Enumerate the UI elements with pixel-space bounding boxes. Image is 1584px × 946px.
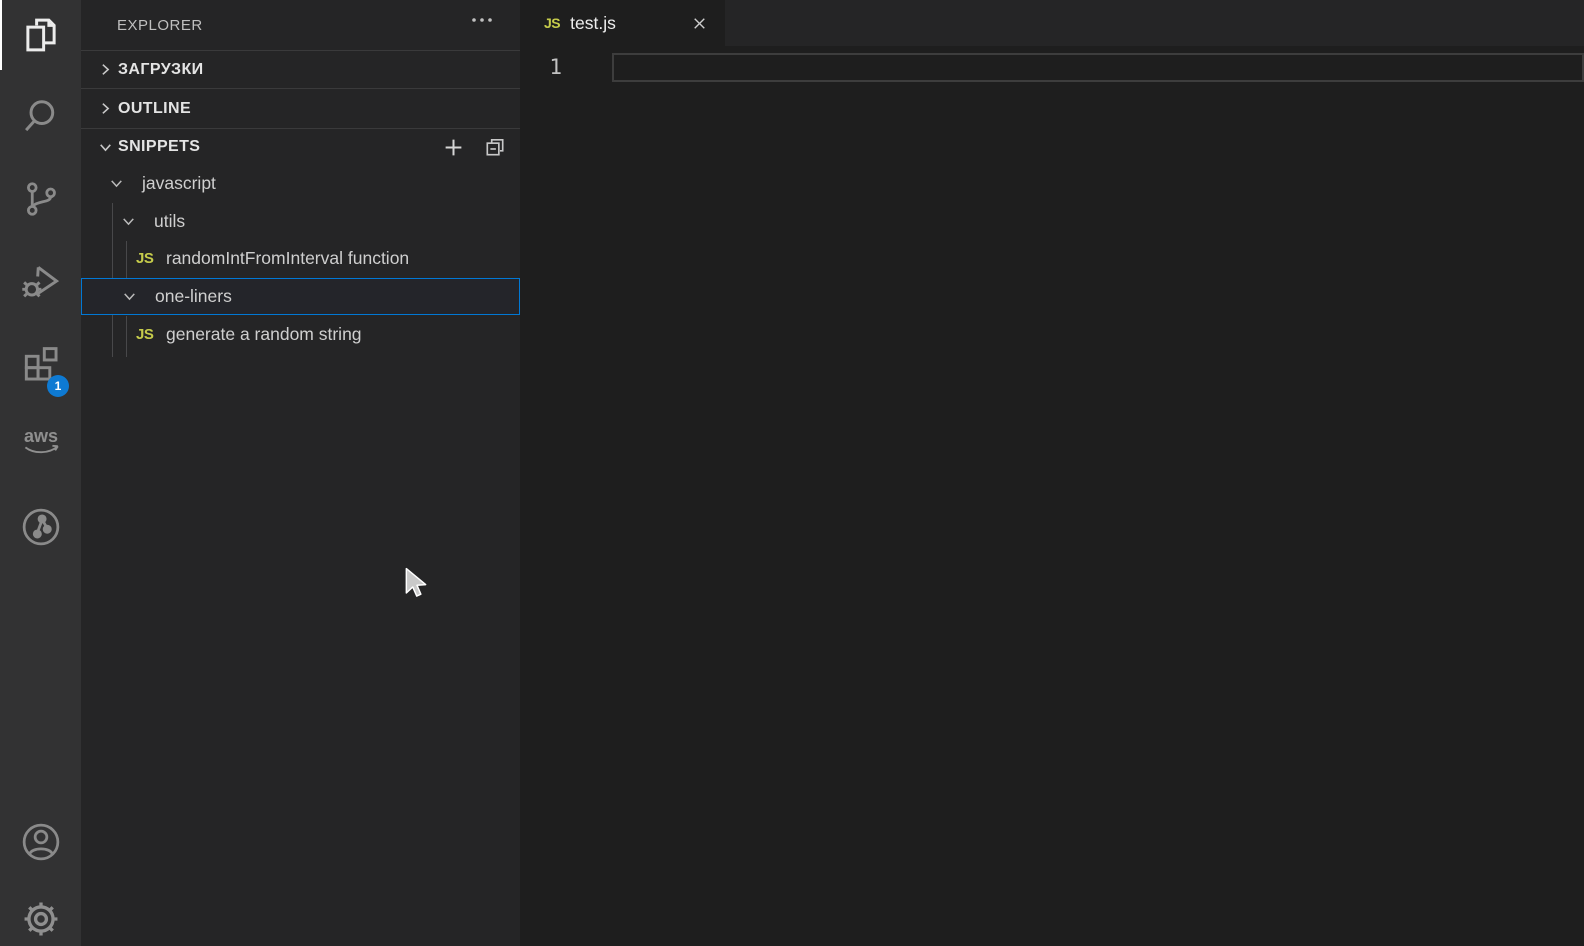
snippets-tree: javascript utils JS randomIntFromInterva… xyxy=(81,165,520,357)
activity-item-account[interactable] xyxy=(0,807,81,877)
vscode-window: 1 aws xyxy=(0,0,1584,946)
tree-item-label: one-liners xyxy=(155,286,232,307)
editor-area: JS test.js 1 xyxy=(520,0,1584,946)
current-line-highlight xyxy=(612,53,1584,82)
sidebar-header: EXPLORER xyxy=(81,0,520,50)
explorer-sidebar: EXPLORER ЗАГРУЗКИ OUTLINE SNIPPETS xyxy=(81,0,520,946)
section-label: ЗАГРУЗКИ xyxy=(118,61,204,79)
section-label: OUTLINE xyxy=(118,100,191,118)
chevron-down-icon xyxy=(93,139,117,156)
chevron-down-icon xyxy=(103,175,129,192)
tab-label: test.js xyxy=(570,13,616,34)
chevron-right-icon xyxy=(93,61,117,78)
collapse-all-icon[interactable] xyxy=(484,136,506,158)
tree-item-one-liners[interactable]: one-liners xyxy=(81,278,520,316)
activity-item-graph-circle[interactable] xyxy=(0,492,81,562)
tree-item-label: javascript xyxy=(142,173,216,194)
js-file-icon: JS xyxy=(544,15,560,31)
sidebar-title: EXPLORER xyxy=(117,17,203,34)
chevron-down-icon xyxy=(115,213,141,230)
section-snippets[interactable]: SNIPPETS xyxy=(81,128,520,165)
svg-text:aws: aws xyxy=(23,426,57,446)
activity-item-explorer[interactable] xyxy=(0,0,81,70)
more-actions-icon[interactable] xyxy=(468,14,496,26)
activity-item-run-and-debug[interactable] xyxy=(0,247,81,317)
gear-icon xyxy=(20,898,62,940)
section-outline[interactable]: OUTLINE xyxy=(81,88,520,128)
files-icon xyxy=(20,14,62,56)
activity-bar: 1 aws xyxy=(0,0,81,946)
close-icon[interactable] xyxy=(689,13,710,34)
chevron-right-icon xyxy=(93,100,117,117)
aws-icon: aws xyxy=(17,424,65,460)
graph-circle-icon xyxy=(19,505,63,549)
add-snippet-icon[interactable] xyxy=(442,136,464,158)
activity-item-extensions[interactable]: 1 xyxy=(0,329,81,399)
tree-item-randomintfrominterval[interactable]: JS randomIntFromInterval function xyxy=(81,240,520,278)
tree-item-generate-random-string[interactable]: JS generate a random string xyxy=(81,315,520,353)
tree-item-label: randomIntFromInterval function xyxy=(166,248,409,269)
debug-icon xyxy=(19,260,63,304)
search-icon xyxy=(20,96,62,138)
source-control-icon xyxy=(20,178,62,220)
tab-bar: JS test.js xyxy=(520,0,1584,46)
tab-testjs[interactable]: JS test.js xyxy=(520,0,725,46)
section-label: SNIPPETS xyxy=(118,138,200,156)
activity-item-search[interactable] xyxy=(0,82,81,152)
code-editor[interactable]: 1 xyxy=(520,46,1584,946)
line-number: 1 xyxy=(520,53,562,82)
tree-item-label: utils xyxy=(154,211,185,232)
section-downloads[interactable]: ЗАГРУЗКИ xyxy=(81,50,520,88)
tree-item-javascript[interactable]: javascript xyxy=(81,165,520,203)
activity-item-settings[interactable] xyxy=(0,884,81,946)
activity-item-source-control[interactable] xyxy=(0,164,81,234)
js-file-icon: JS xyxy=(136,326,160,343)
chevron-down-icon xyxy=(116,288,142,305)
tree-item-label: generate a random string xyxy=(166,324,362,345)
tree-item-utils[interactable]: utils xyxy=(81,203,520,241)
account-icon xyxy=(19,820,63,864)
extensions-badge: 1 xyxy=(47,375,69,397)
snippets-actions xyxy=(442,136,506,158)
activity-item-aws[interactable]: aws xyxy=(0,407,81,477)
js-file-icon: JS xyxy=(136,250,160,267)
